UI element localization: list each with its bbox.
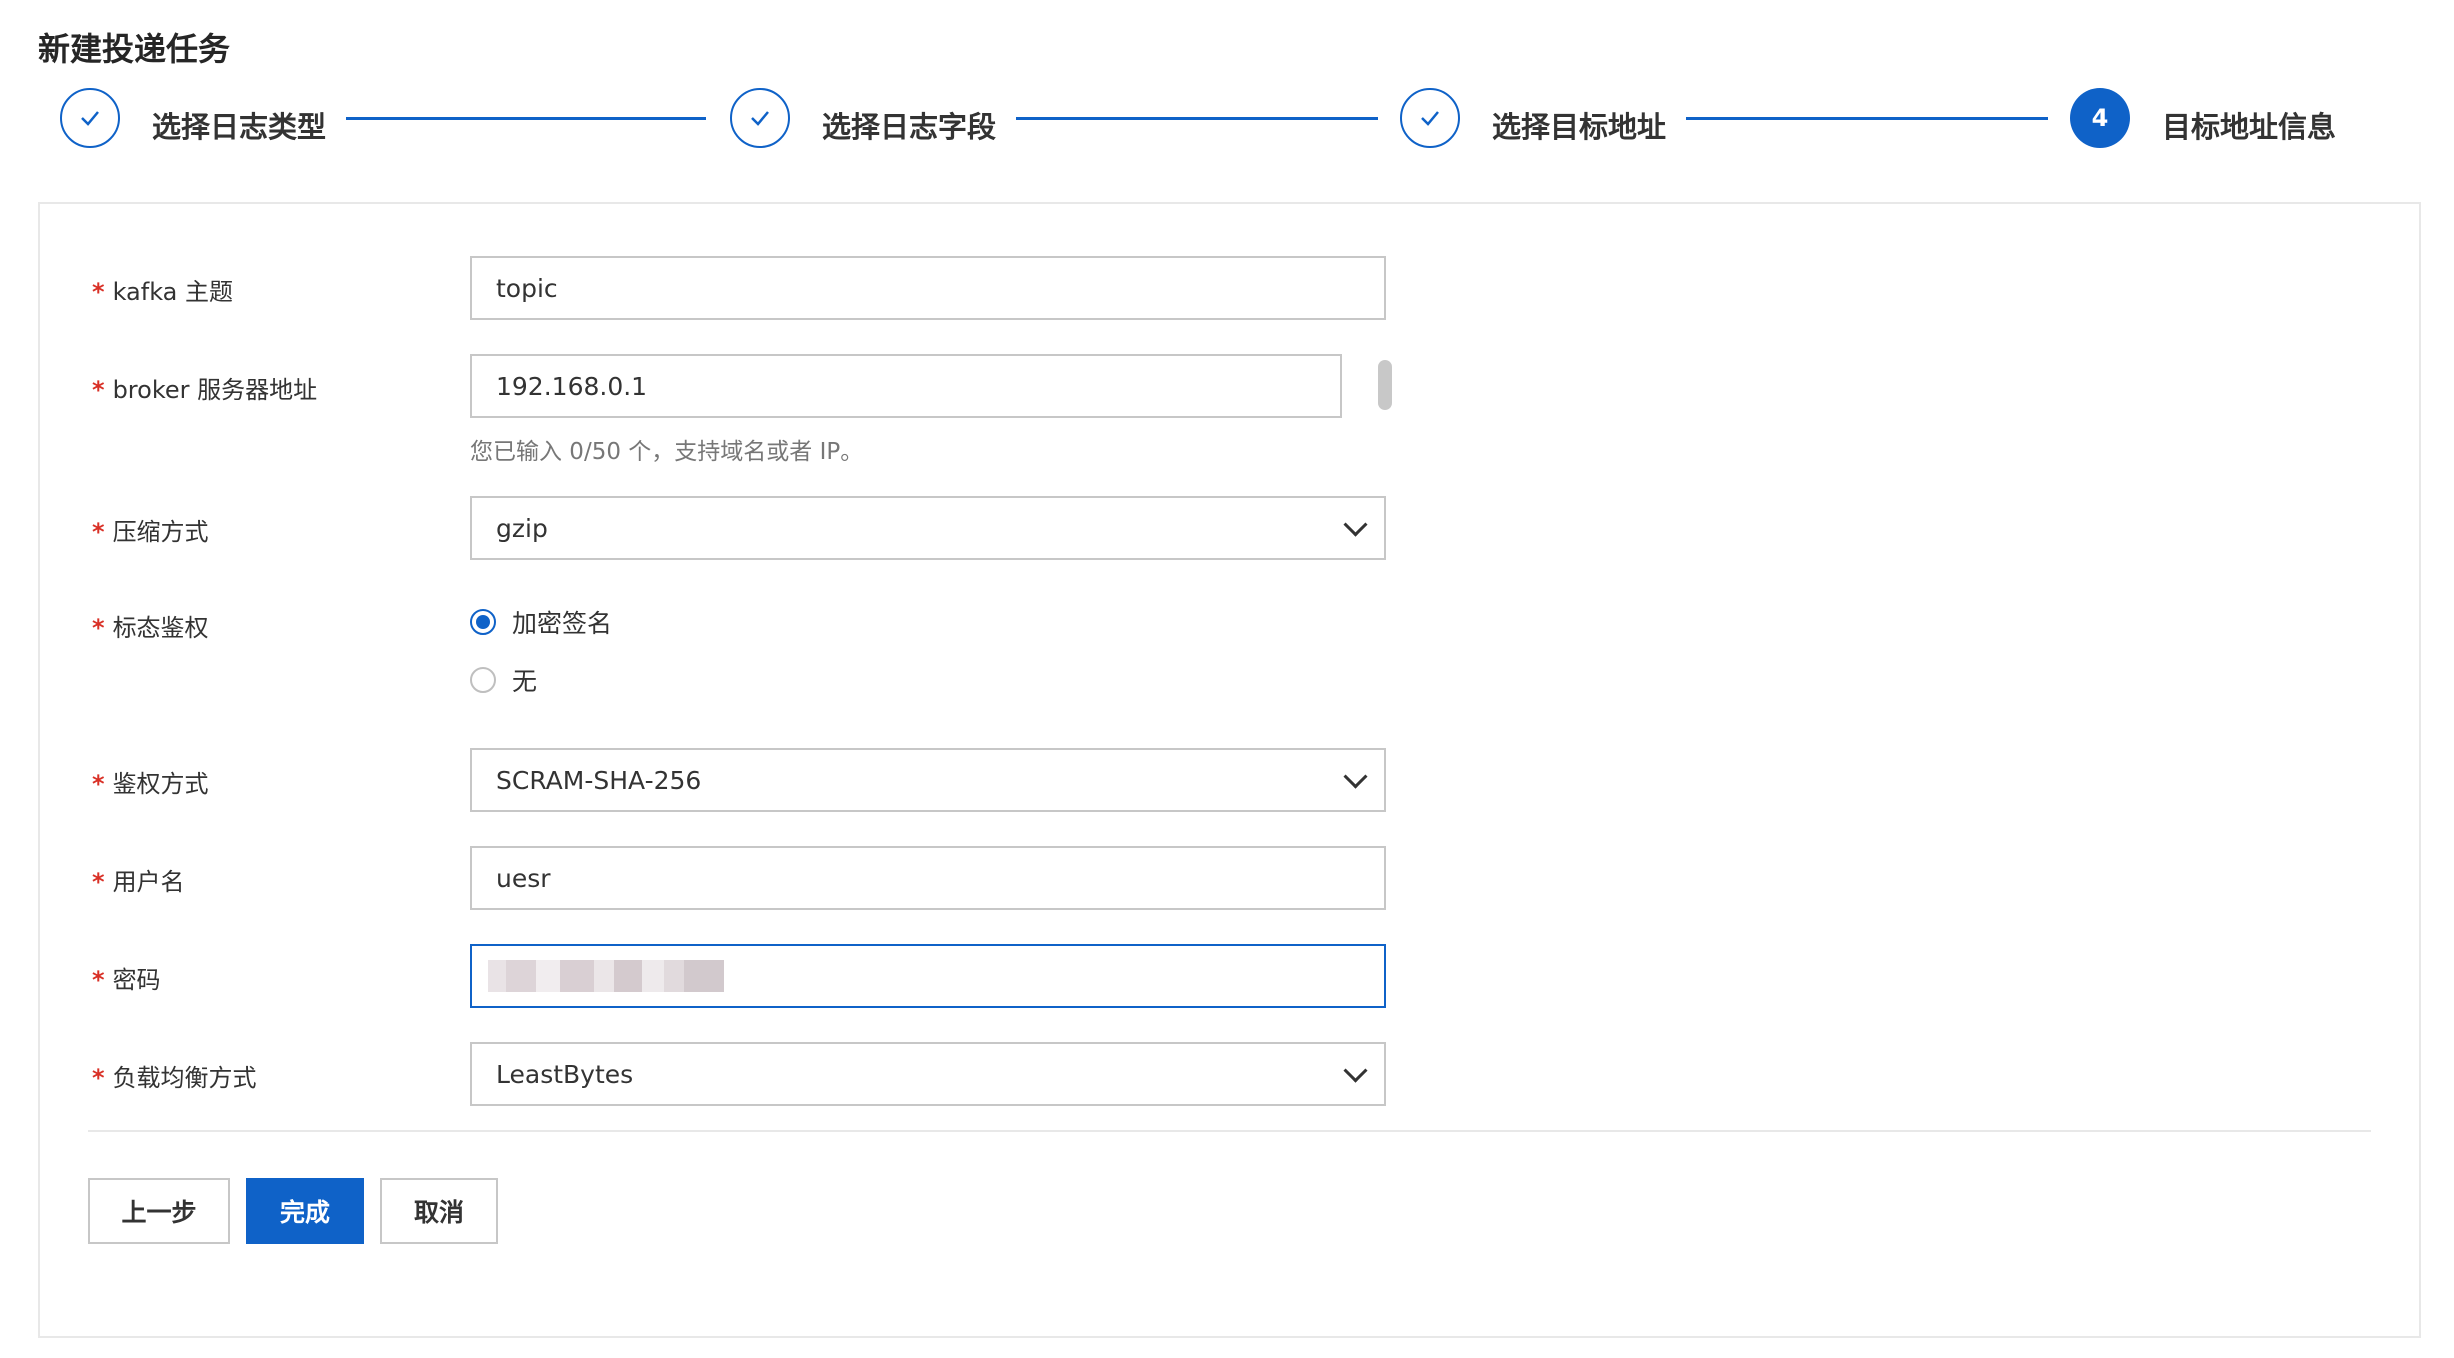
username-label: * 用户名: [92, 862, 185, 897]
password-input[interactable]: [470, 944, 1386, 1008]
radio-checked-icon: [470, 609, 496, 635]
step-3-check-icon: [1400, 88, 1460, 148]
radio-none-label: 无: [512, 667, 538, 696]
auth-method-select[interactable]: SCRAM-SHA-256: [470, 748, 1386, 812]
auth-label: * 标态鉴权: [92, 608, 209, 643]
step-connector: [1016, 117, 1378, 120]
compression-label-text: 压缩方式: [112, 518, 209, 546]
username-label-text: 用户名: [112, 868, 185, 896]
required-mark: *: [92, 278, 105, 306]
broker-label: * broker 服务器地址: [92, 370, 317, 405]
chevron-down-icon: [1343, 1058, 1368, 1083]
broker-scrollbar[interactable]: [1378, 360, 1392, 410]
prev-step-button[interactable]: 上一步: [88, 1178, 230, 1244]
compression-label: * 压缩方式: [92, 512, 209, 547]
required-mark: *: [92, 614, 105, 642]
kafka-topic-input[interactable]: topic: [470, 256, 1386, 320]
radio-signature-label: 加密签名: [512, 609, 613, 638]
required-mark: *: [92, 1064, 105, 1092]
auth-method-label: * 鉴权方式: [92, 764, 209, 799]
step-1-label: 选择日志类型: [152, 110, 327, 144]
step-4-number: 4: [2070, 88, 2130, 148]
chevron-down-icon: [1343, 764, 1368, 789]
step-1-check-icon: [60, 88, 120, 148]
step-3-label: 选择目标地址: [1492, 110, 1667, 144]
kafka-topic-label-text: kafka 主题: [112, 278, 234, 306]
broker-help-text: 您已输入 0/50 个，支持域名或者 IP。: [470, 439, 864, 465]
password-masked-value: [488, 960, 724, 992]
step-connector: [346, 117, 706, 120]
broker-value: 192.168.0.1: [496, 371, 648, 401]
kafka-topic-value: topic: [496, 273, 558, 303]
auth-radio-none[interactable]: 无: [470, 662, 537, 698]
required-mark: *: [92, 770, 105, 798]
password-label: * 密码: [92, 960, 161, 995]
load-balance-label: * 负载均衡方式: [92, 1058, 257, 1093]
required-mark: *: [92, 518, 105, 546]
auth-label-text: 标态鉴权: [112, 614, 209, 642]
load-balance-select[interactable]: LeastBytes: [470, 1042, 1386, 1106]
divider: [88, 1130, 2371, 1132]
auth-method-label-text: 鉴权方式: [112, 770, 209, 798]
broker-label-text: broker 服务器地址: [112, 376, 318, 404]
load-balance-label-text: 负载均衡方式: [112, 1064, 257, 1092]
broker-textarea[interactable]: 192.168.0.1: [470, 354, 1342, 418]
auth-method-value: SCRAM-SHA-256: [496, 765, 702, 795]
step-2-label: 选择日志字段: [822, 110, 997, 144]
step-4-label: 目标地址信息: [2162, 110, 2337, 144]
step-connector: [1686, 117, 2048, 120]
kafka-topic-label: * kafka 主题: [92, 272, 233, 307]
cancel-button[interactable]: 取消: [380, 1178, 498, 1244]
radio-unchecked-icon: [470, 667, 496, 693]
username-input[interactable]: uesr: [470, 846, 1386, 910]
load-balance-value: LeastBytes: [496, 1059, 634, 1089]
stepper: 选择日志类型 选择日志字段 选择目标地址 4 目标地址信息: [0, 0, 2454, 180]
compression-select[interactable]: gzip: [470, 496, 1386, 560]
username-value: uesr: [496, 863, 551, 893]
required-mark: *: [92, 868, 105, 896]
step-2-check-icon: [730, 88, 790, 148]
compression-value: gzip: [496, 513, 548, 543]
required-mark: *: [92, 376, 105, 404]
required-mark: *: [92, 966, 105, 994]
auth-radio-signature[interactable]: 加密签名: [470, 604, 612, 640]
password-label-text: 密码: [112, 966, 161, 994]
finish-button[interactable]: 完成: [246, 1178, 364, 1244]
form-card: * kafka 主题 topic * broker 服务器地址 192.168.0.…: [38, 202, 2421, 1338]
chevron-down-icon: [1343, 512, 1368, 537]
